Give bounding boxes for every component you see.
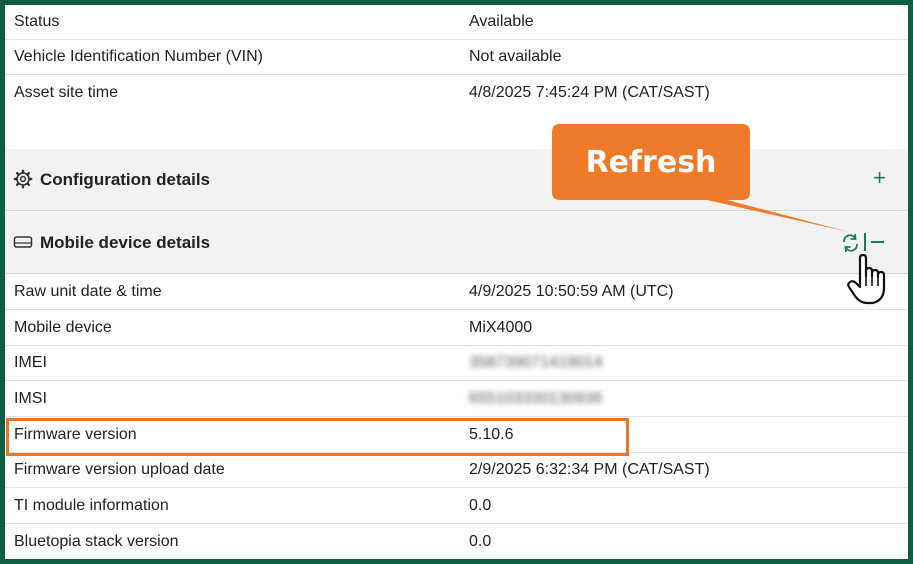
table-row: Firmware version upload date 2/9/2025 6:…	[5, 453, 908, 488]
row-value-ti-module: 0.0	[469, 497, 492, 514]
row-value-vin: Not available	[469, 48, 562, 65]
row-label-vin: Vehicle Identification Number (VIN)	[14, 48, 263, 65]
hand-cursor-icon	[847, 254, 886, 305]
row-value-mobile-device: MiX4000	[469, 319, 533, 336]
row-value-asset-site-time: 4/8/2025 7:45:24 PM (CAT/SAST)	[469, 84, 710, 101]
device-icon	[13, 236, 33, 248]
table-row: TI module information 0.0	[5, 489, 908, 524]
row-label-imsi: IMSI	[14, 390, 47, 407]
row-label-firmware-upload-date: Firmware version upload date	[14, 461, 225, 478]
row-value-firmware-upload-date: 2/9/2025 6:32:34 PM (CAT/SAST)	[469, 461, 710, 478]
row-label-imei: IMEI	[14, 354, 47, 371]
table-row: Mobile device MiX4000	[5, 311, 908, 346]
row-value-imsi: 655103330130936	[469, 390, 603, 407]
row-label-ti-module: TI module information	[14, 497, 169, 514]
plus-icon[interactable]: +	[873, 165, 886, 191]
refresh-callout: Refresh	[552, 124, 849, 232]
callout-text: Refresh	[585, 144, 717, 180]
table-row: IMEI 358739071419014	[5, 346, 908, 381]
mobile-device-details-title: Mobile device details	[40, 233, 211, 252]
row-label-asset-site-time: Asset site time	[14, 84, 119, 101]
table-row: Vehicle Identification Number (VIN) Not …	[5, 40, 908, 75]
table-row: IMSI 655103330130936	[5, 382, 908, 417]
row-label-bluetopia-stack: Bluetopia stack version	[14, 533, 179, 550]
row-value-imei: 358739071419014	[469, 354, 603, 371]
configuration-details-title: Configuration details	[40, 170, 210, 189]
row-value-status: Available	[469, 13, 534, 30]
table-row: Raw unit date & time 4/9/2025 10:50:59 A…	[5, 275, 908, 310]
row-label-mobile-device: Mobile device	[14, 319, 112, 336]
row-value-bluetopia-stack: 0.0	[469, 533, 492, 550]
firmware-highlight-box	[6, 418, 629, 456]
gear-icon	[13, 169, 33, 189]
row-label-raw-unit-date: Raw unit date & time	[14, 283, 162, 300]
table-row: Status Available	[5, 5, 908, 40]
row-value-raw-unit-date: 4/9/2025 10:50:59 AM (UTC)	[469, 283, 674, 300]
row-label-status: Status	[14, 13, 60, 30]
table-row: Asset site time 4/8/2025 7:45:24 PM (CAT…	[5, 76, 908, 111]
table-row: Bluetopia stack version 0.0	[5, 525, 908, 560]
